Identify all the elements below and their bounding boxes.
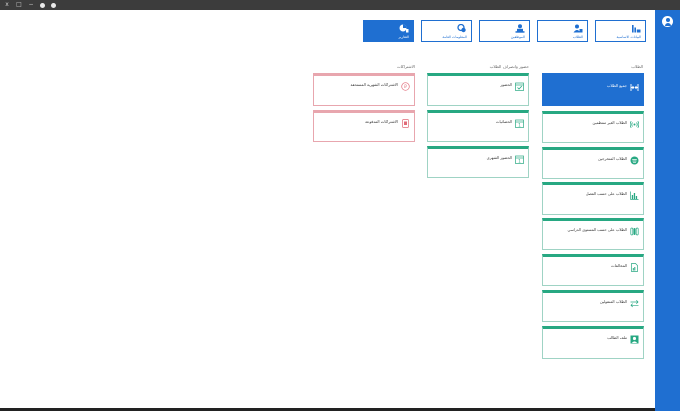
svg-text:1: 1 bbox=[518, 123, 521, 128]
bar-chart-icon bbox=[630, 191, 639, 200]
card-graduated-students-label: الطلاب المتخرجين bbox=[598, 156, 627, 161]
students-icon bbox=[573, 24, 583, 33]
nav-students-label: الطلاب bbox=[572, 35, 583, 39]
report-chart-icon bbox=[399, 24, 409, 33]
settings-icon[interactable] bbox=[51, 2, 56, 8]
nav-general-info-button[interactable]: المعلومات العامة bbox=[421, 20, 472, 42]
card-monthly-attendance-label: الحضور الشهري bbox=[486, 155, 512, 160]
stack-circle-icon bbox=[630, 156, 639, 165]
card-student-profile-label: ملف الطالب bbox=[607, 335, 627, 340]
nav-employees-button[interactable]: الموظفين bbox=[479, 20, 530, 42]
section-title-students: الطلاب bbox=[631, 64, 643, 69]
card-irregular-students-label: الطلاب الغير منتظمين bbox=[592, 120, 627, 125]
card-students-by-level-label: الطلاب على حسب المستوى الدراسي bbox=[567, 227, 627, 232]
card-violations-label: المخالفات bbox=[611, 263, 627, 268]
top-navigation: التقارير المعلومات العامة الموظفين الطلا… bbox=[363, 20, 646, 42]
section-title-subscriptions: الاشتراكات bbox=[396, 64, 415, 69]
attendance-icon bbox=[515, 82, 524, 91]
svg-text:1: 1 bbox=[518, 159, 521, 164]
card-students-by-class-label: الطلاب على حسب الفصل bbox=[585, 191, 627, 196]
nav-basic-data-label: البيانات الاساسية bbox=[616, 35, 642, 39]
card-paid-subscriptions-label: الاشتراكات المدفوعة bbox=[365, 119, 398, 124]
card-all-students-label: جميع الطلاب bbox=[606, 83, 627, 88]
minimize-icon[interactable]: − bbox=[28, 2, 34, 8]
card-statistics-label: الحصائيات bbox=[495, 119, 512, 124]
nav-reports-label: التقارير bbox=[398, 35, 409, 39]
coin-icon: ₽ bbox=[401, 82, 410, 91]
receipt-icon bbox=[402, 119, 409, 128]
transfer-arrows-icon bbox=[630, 300, 639, 308]
columns-icon bbox=[630, 227, 639, 236]
calendar-stats-icon: 1 bbox=[515, 119, 524, 128]
section-title-attendance: حضور وانصراف الطلاب bbox=[489, 64, 529, 69]
card-transferred-students[interactable]: الطلاب المنقولين bbox=[542, 290, 644, 322]
calendar-month-icon: 1 bbox=[515, 155, 524, 164]
card-violations[interactable]: المخالفات bbox=[542, 254, 644, 286]
nav-employees-label: الموظفين bbox=[510, 35, 525, 39]
card-irregular-students[interactable]: الطلاب الغير منتظمين bbox=[542, 111, 644, 143]
document-icon bbox=[631, 263, 638, 272]
card-monthly-attendance[interactable]: 1 الحضور الشهري bbox=[427, 146, 529, 178]
nav-reports-button[interactable]: التقارير bbox=[363, 20, 414, 42]
nav-basic-data-button[interactable]: البيانات الاساسية bbox=[595, 20, 646, 42]
card-statistics[interactable]: 1 الحصائيات bbox=[427, 110, 529, 142]
card-attendance-label: الحضور bbox=[500, 82, 512, 87]
right-sidebar bbox=[655, 10, 680, 411]
card-students-by-level[interactable]: الطلاب على حسب المستوى الدراسي bbox=[542, 218, 644, 250]
card-transferred-students-label: الطلاب المنقولين bbox=[599, 299, 627, 304]
card-paid-subscriptions[interactable]: الاشتراكات المدفوعة bbox=[313, 110, 415, 142]
user-account-icon[interactable] bbox=[662, 16, 673, 27]
maximize-icon[interactable]: □ bbox=[16, 2, 22, 8]
nav-general-info-label: المعلومات العامة bbox=[442, 35, 467, 39]
signal-icon bbox=[630, 120, 639, 129]
card-due-subscriptions-label: الاشتراكات الشهرية المستحقة bbox=[350, 82, 398, 87]
card-attendance[interactable]: الحضور bbox=[427, 73, 529, 106]
nav-students-button[interactable]: الطلاب bbox=[537, 20, 588, 42]
student-profile-icon bbox=[630, 335, 639, 344]
close-icon[interactable]: x bbox=[4, 2, 10, 8]
basic-data-icon bbox=[632, 25, 641, 33]
arrows-in-icon bbox=[630, 84, 639, 91]
card-all-students[interactable]: جميع الطلاب bbox=[542, 73, 644, 106]
info-icon[interactable] bbox=[40, 2, 45, 8]
employees-icon bbox=[515, 24, 525, 33]
card-due-subscriptions[interactable]: ₽ الاشتراكات الشهرية المستحقة bbox=[313, 73, 415, 106]
card-graduated-students[interactable]: الطلاب المتخرجين bbox=[542, 147, 644, 179]
svg-text:₽: ₽ bbox=[404, 84, 407, 89]
info-gears-icon bbox=[457, 24, 466, 33]
card-students-by-class[interactable]: الطلاب على حسب الفصل bbox=[542, 182, 644, 215]
window-titlebar: x □ − bbox=[0, 0, 680, 10]
card-student-profile[interactable]: ملف الطالب bbox=[542, 326, 644, 359]
